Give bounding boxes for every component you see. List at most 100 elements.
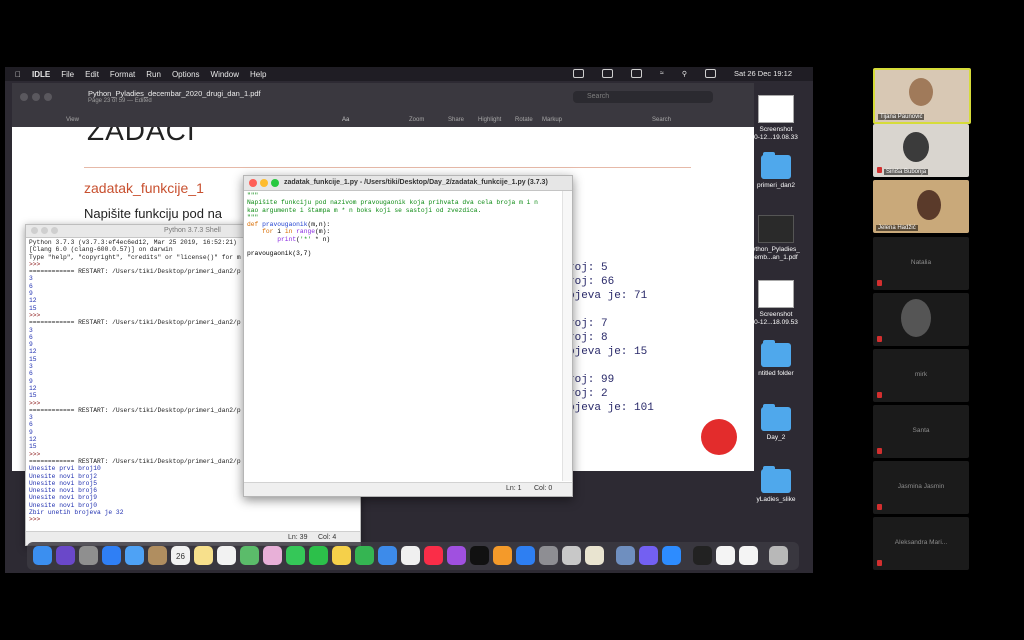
- mic-muted-icon: [877, 448, 882, 454]
- shell-line: >>>: [29, 260, 41, 268]
- document-stack-icon[interactable]: [716, 546, 735, 565]
- participant-tile-6[interactable]: mirk: [873, 349, 969, 402]
- desktop-pdf-file[interactable]: ython_Pyladies_ emb...an_1.pdf: [745, 215, 807, 261]
- shell-output[interactable]: Python 3.7.3 (v3.7.3:ef4ec6ed12, Mar 25 …: [29, 239, 241, 524]
- menu-file[interactable]: File: [61, 70, 74, 79]
- close-icon[interactable]: [31, 227, 38, 234]
- clock[interactable]: Sat 26 Dec 19:12: [734, 69, 792, 78]
- minimize-icon[interactable]: [32, 93, 40, 101]
- zoom-icon[interactable]: [51, 227, 58, 234]
- desktop-screenshot-2[interactable]: Screenshot 0-12...18.09.53: [745, 280, 807, 326]
- zoom-app-icon[interactable]: [662, 546, 681, 565]
- sketch-icon[interactable]: [332, 546, 351, 565]
- participant-tile-9[interactable]: Aleksandra Mari...: [873, 517, 969, 570]
- podcasts-icon[interactable]: [447, 546, 466, 565]
- menu-app-name[interactable]: IDLE: [32, 70, 50, 79]
- document-stack-icon[interactable]: [739, 546, 758, 565]
- reminders-icon[interactable]: [217, 546, 236, 565]
- zoom-button[interactable]: Zoom: [409, 117, 424, 123]
- shell-title: Python 3.7.3 Shell: [164, 227, 221, 234]
- participant-name: Jasmina Jasmin: [897, 483, 945, 490]
- shell-line: Zbir unetih brojeva je 32: [29, 508, 124, 516]
- idle-editor-window[interactable]: zadatak_funkcije_1.py - /Users/tiki/Desk…: [243, 175, 573, 497]
- zoom-icon[interactable]: [271, 179, 279, 187]
- pages-icon[interactable]: [401, 546, 420, 565]
- wifi-icon[interactable]: ≈: [660, 70, 664, 77]
- search-input[interactable]: Search: [573, 91, 713, 103]
- photos-icon[interactable]: [263, 546, 282, 565]
- keynote-icon[interactable]: [378, 546, 397, 565]
- music-icon[interactable]: [424, 546, 443, 565]
- preview-title: Python_Pyladies_decembar_2020_drugi_dan_…: [88, 89, 261, 98]
- preview-subtitle: Page 23 of 59 — Edited: [88, 98, 152, 104]
- participant-video-avatar: [903, 132, 929, 162]
- desktop-screenshot-1[interactable]: Screenshot 0-12...19.08.33: [745, 95, 807, 141]
- books-icon[interactable]: [493, 546, 512, 565]
- editor-scrollbar[interactable]: [562, 191, 572, 481]
- participant-tile-3[interactable]: Jelena Hadžić: [873, 180, 969, 233]
- desktop-folder-slike[interactable]: yLadies_slike: [745, 466, 807, 504]
- mail-icon[interactable]: [125, 546, 144, 565]
- participant-tile-5[interactable]: [873, 293, 969, 346]
- share-button[interactable]: Share: [448, 117, 464, 123]
- battery-icon[interactable]: [631, 69, 643, 78]
- messages-icon[interactable]: [286, 546, 305, 565]
- menu-window[interactable]: Window: [211, 70, 239, 79]
- safari-icon[interactable]: [102, 546, 121, 565]
- system-preferences-icon[interactable]: [539, 546, 558, 565]
- code-area[interactable]: """ Napišite funkciju pod nazivom pravoug…: [247, 192, 538, 258]
- app-store-icon[interactable]: [516, 546, 535, 565]
- markup-button[interactable]: Markup: [542, 117, 562, 123]
- facetime-icon[interactable]: [309, 546, 328, 565]
- control-center-icon[interactable]: [705, 69, 717, 78]
- participant-tile-8[interactable]: Jasmina Jasmin: [873, 461, 969, 514]
- desktop-folder-day2[interactable]: Day_2: [745, 404, 807, 442]
- notes-icon[interactable]: [194, 546, 213, 565]
- markup-aa-button[interactable]: Aa: [342, 117, 349, 123]
- desktop-item-label: yLadies_slike: [756, 496, 796, 503]
- rotate-button[interactable]: Rotate: [515, 117, 533, 123]
- apple-tv-icon[interactable]: [470, 546, 489, 565]
- participant-tile-4[interactable]: Natalia: [873, 237, 969, 290]
- desktop-folder-primeri[interactable]: primeri_dan2: [745, 152, 807, 190]
- menu-edit[interactable]: Edit: [85, 70, 99, 79]
- viber-icon[interactable]: [639, 546, 658, 565]
- slide-title: zadatak_funkcije_1: [84, 180, 204, 196]
- downloads-stack-icon[interactable]: [616, 546, 635, 565]
- slide-divider: [84, 167, 691, 168]
- participant-tile-7[interactable]: Santa: [873, 405, 969, 458]
- highlight-button[interactable]: Highlight: [478, 117, 501, 123]
- preview-app-icon[interactable]: [562, 546, 581, 565]
- desktop-folder-untitled[interactable]: ntitled folder: [745, 340, 807, 378]
- folder-icon: [761, 340, 791, 367]
- launchpad-icon[interactable]: [79, 546, 98, 565]
- view-button[interactable]: View: [66, 117, 79, 123]
- participant-name: Natalia: [910, 259, 932, 266]
- shell-line: Unesite novi broj5: [29, 479, 98, 487]
- finder-icon[interactable]: [33, 546, 52, 565]
- cloud-icon[interactable]: [573, 69, 585, 78]
- calendar-icon[interactable]: 26: [171, 546, 190, 565]
- participant-tile-2[interactable]: Siniša Bubonja: [873, 124, 969, 177]
- terminal-icon[interactable]: [693, 546, 712, 565]
- participant-tile-1[interactable]: Tijana Paunović: [873, 68, 971, 124]
- zoom-icon[interactable]: [44, 93, 52, 101]
- apple-icon[interactable]: : [15, 70, 21, 79]
- contacts-icon[interactable]: [148, 546, 167, 565]
- menu-format[interactable]: Format: [110, 70, 135, 79]
- input-source-icon[interactable]: [602, 69, 614, 78]
- menu-options[interactable]: Options: [172, 70, 200, 79]
- close-icon[interactable]: [20, 93, 28, 101]
- numbers-icon[interactable]: [355, 546, 374, 565]
- minimize-icon[interactable]: [260, 179, 268, 187]
- menu-run[interactable]: Run: [146, 70, 161, 79]
- trash-icon[interactable]: [769, 546, 788, 565]
- close-icon[interactable]: [249, 179, 257, 187]
- minimize-icon[interactable]: [41, 227, 48, 234]
- idle-icon[interactable]: [585, 546, 604, 565]
- siri-icon[interactable]: [56, 546, 75, 565]
- search-icon[interactable]: ⚲: [682, 70, 687, 78]
- maps-icon[interactable]: [240, 546, 259, 565]
- code-line: kao argumente i štampa m * n boks koji s…: [247, 206, 482, 214]
- menu-help[interactable]: Help: [250, 70, 266, 79]
